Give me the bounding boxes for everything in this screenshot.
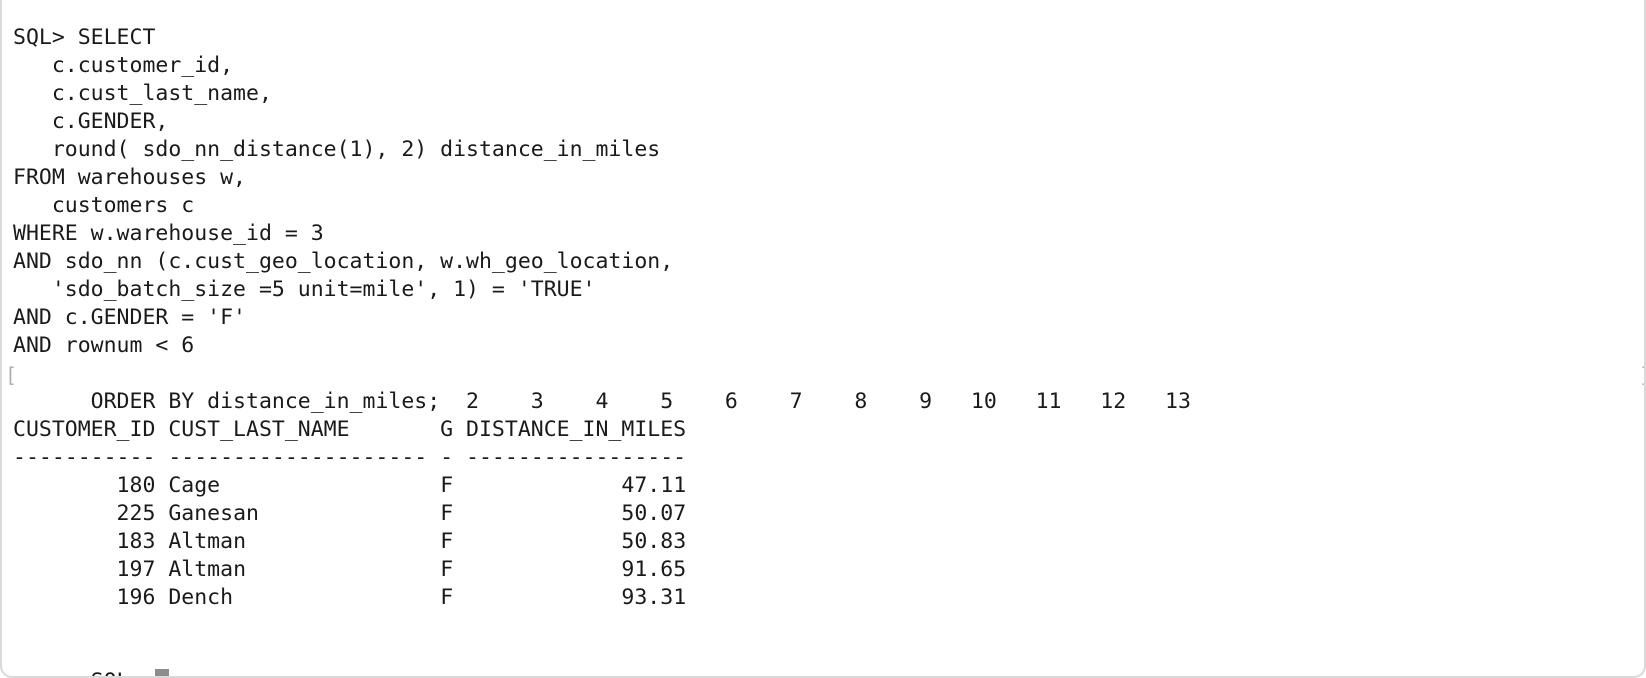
query-line: AND c.GENDER = 'F' (13, 305, 246, 330)
cell-distance-in-miles: 47.11 (466, 473, 687, 498)
query-line: customers c (13, 193, 195, 218)
prompt-line[interactable]: SQL> (13, 640, 1644, 676)
cell-cust-last-name: Ganesan (168, 501, 428, 526)
result-rows: 180 Cage F 47.11 225 Ganesan F 50.07 183… (13, 472, 1644, 612)
cell-gender: F (440, 529, 454, 554)
table-row: 183 Altman F 50.83 (13, 528, 1644, 556)
selection-bracket-right: ] (1639, 361, 1644, 389)
selected-line: [ORDER BY distance_in_miles; 2 3 4 5 6 7… (5, 360, 1644, 414)
result-separator: ----------- -------------------- - -----… (13, 445, 687, 470)
cell-gender: F (440, 473, 454, 498)
selection-bracket-left: [ (5, 363, 18, 387)
cell-cust-last-name: Cage (168, 473, 428, 498)
query-line: WHERE w.warehouse_id = 3 (13, 221, 324, 246)
text-cursor[interactable] (155, 669, 170, 676)
query-line: AND sdo_nn (c.cust_geo_location, w.wh_ge… (13, 249, 674, 274)
cell-gender: F (440, 501, 454, 526)
query-line: 'sdo_batch_size =5 unit=mile', 1) = 'TRU… (13, 277, 596, 302)
cell-cust-last-name: Altman (168, 529, 428, 554)
cell-customer-id: 197 (13, 557, 156, 582)
cell-customer-id: 183 (13, 529, 156, 554)
terminal-output[interactable]: SQL> SELECT c.customer_id, c.cust_last_n… (5, 24, 1644, 676)
sql-prompt: SQL> (91, 669, 156, 676)
cell-cust-last-name: Altman (168, 557, 428, 582)
cell-gender: F (440, 585, 454, 610)
cell-distance-in-miles: 50.83 (466, 529, 687, 554)
result-header: CUSTOMER_ID CUST_LAST_NAME G DISTANCE_IN… (13, 417, 687, 442)
query-line: c.GENDER, (13, 109, 169, 134)
query-line: AND rownum < 6 (13, 333, 195, 358)
table-row: 225 Ganesan F 50.07 (13, 500, 1644, 528)
query-line: c.customer_id, (13, 53, 234, 78)
cell-distance-in-miles: 93.31 (466, 585, 687, 610)
query-line: round( sdo_nn_distance(1), 2) distance_i… (13, 137, 661, 162)
table-row: 196 Dench F 93.31 (13, 584, 1644, 612)
cell-distance-in-miles: 50.07 (466, 501, 687, 526)
cell-distance-in-miles: 91.65 (466, 557, 687, 582)
table-row: 180 Cage F 47.11 (13, 472, 1644, 500)
cell-cust-last-name: Dench (168, 585, 428, 610)
cell-customer-id: 180 (13, 473, 156, 498)
cell-customer-id: 225 (13, 501, 156, 526)
cell-gender: F (440, 557, 454, 582)
query-line: FROM warehouses w, (13, 165, 246, 190)
query-line: SQL> SELECT (13, 25, 156, 50)
terminal-window[interactable]: SQL> SELECT c.customer_id, c.cust_last_n… (0, 0, 1646, 678)
query-line: c.cust_last_name, (13, 81, 272, 106)
table-row: 197 Altman F 91.65 (13, 556, 1644, 584)
cell-customer-id: 196 (13, 585, 156, 610)
